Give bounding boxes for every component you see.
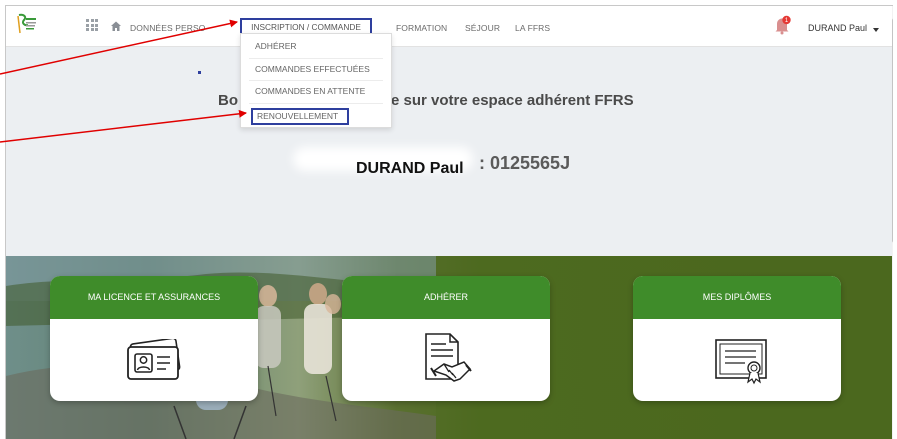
annotation-arrow-renouvellement <box>0 109 247 143</box>
annotation-arrow-inscription <box>0 19 238 75</box>
annotation-arrows <box>0 19 247 143</box>
